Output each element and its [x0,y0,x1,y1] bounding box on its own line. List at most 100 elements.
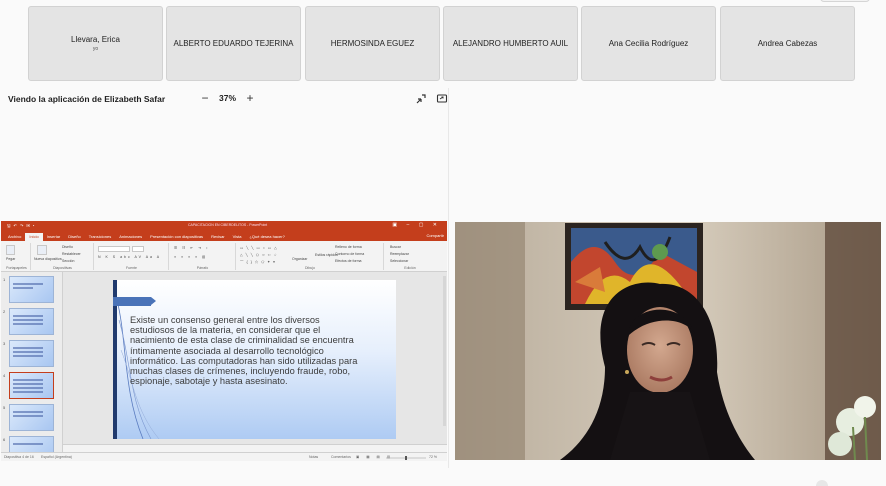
group-label: Portapapeles [6,266,27,270]
shapes-gallery-icon[interactable]: △ ╲ ╲ ⬠ ⇨ ⇦ ☆ [240,253,278,257]
stage-divider [448,88,449,468]
notes-toggle[interactable]: Notas [309,455,318,459]
group-portapapeles: Pegar Portapapeles [3,243,31,270]
group-diapositivas: Nueva diapositiva Diseño Restablecer Sec… [32,243,94,270]
participant-tile[interactable]: ALEJANDRO HUMBERTO AUIL [443,6,578,81]
select-button[interactable]: Seleccionar [390,259,408,263]
slide-thumbnail[interactable]: 2 [3,308,54,335]
new-slide-button[interactable]: Nueva diapositiva [34,257,62,261]
presenter-video[interactable] [455,222,881,460]
tab-animaciones[interactable]: Animaciones [115,233,146,241]
tab-transiciones[interactable]: Transiciones [85,233,116,241]
popout-window-icon[interactable] [436,93,448,105]
participant-self-label: yo [92,46,99,52]
zoom-control: − 37% + [199,92,256,104]
tab-presentacion[interactable]: Presentación con diapositivas [146,233,207,241]
slide-thumbnail-pane: 1 2 3 4 5 6 [1,272,63,461]
zoom-out-button[interactable]: − [199,92,211,104]
slide-body-text[interactable]: Existe un consenso general entre los div… [130,315,365,386]
tab-archivo[interactable]: Archivo [4,233,25,241]
fit-screen-icon[interactable] [415,93,427,105]
share-button[interactable]: Compartir [426,233,444,238]
zoom-slider[interactable] [386,456,426,460]
window-controls-icon[interactable]: ▣ – ▢ ✕ [392,222,441,228]
group-label: Párrafo [196,266,209,270]
status-slide-count: Diapositiva 4 de 16 [4,455,34,459]
tab-diseno[interactable]: Diseño [64,233,84,241]
organize-button[interactable]: Organizar [292,257,307,261]
notes-pane[interactable]: Haga clic para agregar notas [63,444,447,459]
shapes-gallery-icon[interactable]: ⌒ { } ☆ ⬠ ✦ ▾ [240,260,276,265]
zoom-in-button[interactable]: + [244,92,256,104]
paste-button[interactable]: Pegar [6,257,15,261]
ppt-ribbon: Pegar Portapapeles Nueva diapositiva Dis… [1,241,447,272]
share-view-bar: Viendo la aplicación de Elizabeth Safar … [0,88,448,110]
ppt-status-bar: Diapositiva 4 de 16 Español (Argentina) … [1,452,447,461]
participant-name: Andrea Cabezas [757,39,818,48]
slide-number: 5 [3,405,6,410]
new-slide-icon[interactable] [37,245,47,255]
find-button[interactable]: Buscar [390,245,401,249]
participant-tile[interactable]: Andrea Cabezas [720,6,855,81]
shapes-gallery-icon[interactable]: ▭ ╲ ╲ ▭ ○ ▭ △ [240,246,278,250]
tab-inicio[interactable]: Inicio [25,233,43,241]
font-format-icons[interactable]: N K S abc AV Aa A [98,255,161,259]
slide-number: 4 [3,373,6,378]
group-label: Dibujo [305,266,315,270]
slide-number: 6 [3,437,6,442]
ppt-titlebar: 🖫 ↶ ↷ ▣ ▾ CAPACITACION EN CIBERDELITOS -… [1,221,447,231]
status-zoom: 72 % [429,455,437,459]
paste-icon[interactable] [6,245,15,255]
share-title: Viendo la aplicación de Elizabeth Safar [8,94,166,104]
participant-name: ALEJANDRO HUMBERTO AUIL [452,39,569,48]
shape-outline-button[interactable]: Contorno de forma [335,252,364,256]
slide-thumbnail[interactable]: 3 [3,340,54,367]
participant-tile[interactable]: Llevara, Erica yo [28,6,163,81]
slide-thumbnail[interactable]: 5 [3,404,54,431]
replace-button[interactable]: Reemplazar [390,252,409,256]
status-language: Español (Argentina) [41,455,72,459]
shape-effects-button[interactable]: Efectos de forma [335,259,361,263]
font-name-field[interactable] [98,246,130,252]
participant-tile[interactable]: HERMOSINDA EGUEZ [305,6,440,81]
vertical-scrollbar[interactable] [443,276,446,426]
comments-toggle[interactable]: Comentarios [331,455,351,459]
quick-access-icons[interactable]: 🖫 ↶ ↷ ▣ ▾ [7,223,35,230]
shape-fill-button[interactable]: Relleno de forma [335,245,362,249]
bottom-indicator [816,480,828,486]
align-icons[interactable]: ≡ ≡ ≡ ≡ ▥ [174,255,207,259]
participant-name: Llevara, Erica [71,35,120,44]
participant-name: Ana Cecilia Rodríguez [608,39,689,48]
tab-insertar[interactable]: Insertar [43,233,65,241]
participant-tile[interactable]: ALBERTO EDUARDO TEJERINA [166,6,301,81]
slide-thumbnail-selected[interactable]: 4 [3,372,54,399]
slide-number: 3 [3,341,6,346]
reset-button[interactable]: Restablecer [62,252,81,256]
current-slide[interactable]: Existe un consenso general entre los div… [113,280,396,439]
shared-powerpoint-window[interactable]: 🖫 ↶ ↷ ▣ ▾ CAPACITACION EN CIBERDELITOS -… [1,221,447,461]
group-dibujo: ▭ ╲ ╲ ▭ ○ ▭ △ △ ╲ ╲ ⬠ ⇨ ⇦ ☆ ⌒ { } ☆ ⬠ ✦ … [237,243,384,270]
tab-vista[interactable]: Vista [229,233,246,241]
section-button[interactable]: Sección [62,259,74,263]
ppt-document-title: CAPACITACION EN CIBERDELITOS - PowerPoin… [188,223,268,227]
tell-me-search[interactable]: ¿Qué desea hacer? [245,233,288,241]
participant-tile[interactable]: Ana Cecilia Rodríguez [581,6,716,81]
zoom-level: 37% [219,93,237,103]
slide-arrow-shape [113,297,156,306]
group-parrafo: ☰ ☷ ⇤ ⇥ ↕ ≡ ≡ ≡ ≡ ▥ Párrafo [170,243,236,270]
group-label: Fuente [126,266,137,270]
font-size-field[interactable] [132,246,144,252]
group-label: Diapositivas [53,266,72,270]
group-edicion: Buscar Reemplazar Seleccionar Edición [385,243,435,270]
slide-number: 2 [3,309,6,314]
presenter-camera-image [455,222,881,460]
group-label: Edición [404,266,416,270]
list-icons[interactable]: ☰ ☷ ⇤ ⇥ ↕ [174,246,210,250]
ppt-ribbon-tabs: Archivo Inicio Insertar Diseño Transicio… [1,231,447,241]
slide-thumbnail[interactable]: 1 [3,276,54,303]
ppt-workspace: 1 2 3 4 5 6 Existe un consenso general e… [1,272,447,461]
participant-name: HERMOSINDA EGUEZ [330,39,415,48]
layout-button[interactable]: Diseño [62,245,73,249]
top-handle[interactable] [820,0,870,2]
tab-revisar[interactable]: Revisar [207,233,229,241]
